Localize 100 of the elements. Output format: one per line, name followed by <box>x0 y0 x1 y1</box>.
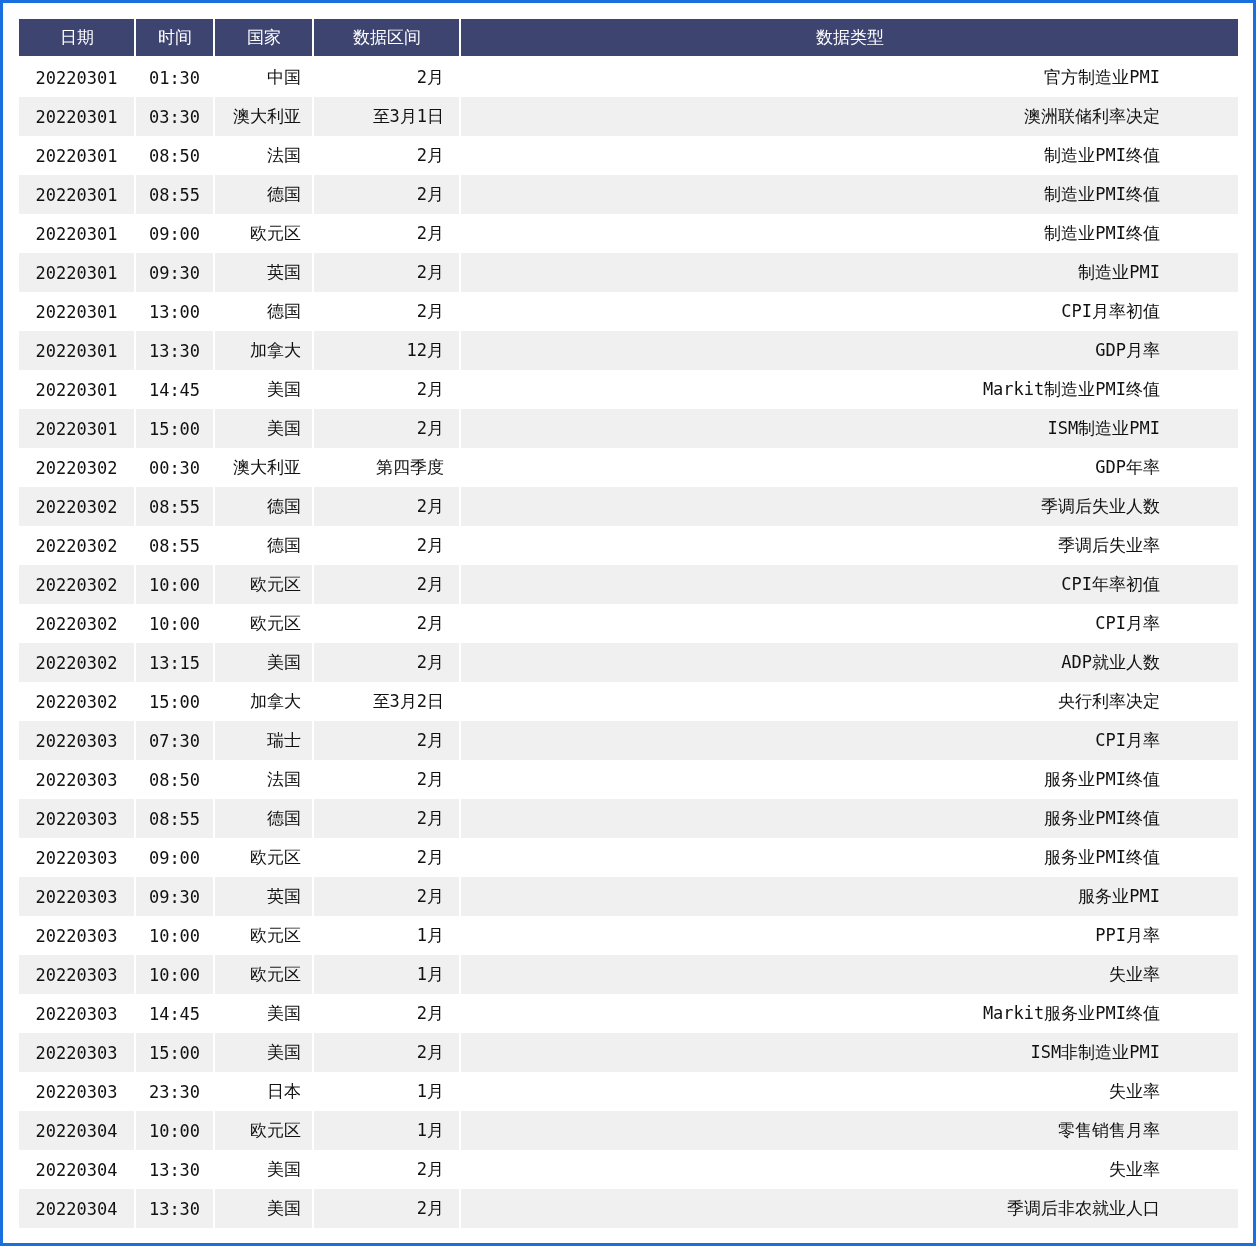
date-cell-text: 20220303 <box>34 768 119 792</box>
data-type-cell: 季调后失业人数 <box>461 487 1238 526</box>
data-type-cell: ISM非制造业PMI <box>461 1033 1238 1072</box>
date-cell: 20220303 <box>19 955 134 994</box>
data-type-cell: 零售销售月率 <box>461 1111 1238 1150</box>
date-cell-text: 20220302 <box>34 690 119 714</box>
time-cell-text: 10:00 <box>147 612 202 636</box>
period-cell: 2月 <box>314 487 459 526</box>
date-cell-text: 20220303 <box>34 924 119 948</box>
date-cell-text: 20220302 <box>34 456 119 480</box>
country-cell: 美国 <box>215 643 312 682</box>
country-cell-text: 法国 <box>266 768 302 791</box>
time-cell-text: 08:50 <box>147 144 202 168</box>
time-cell-text: 01:30 <box>147 66 202 90</box>
data-type-cell: 服务业PMI终值 <box>461 799 1238 838</box>
time-cell: 07:30 <box>136 721 213 760</box>
time-cell: 03:30 <box>136 97 213 136</box>
date-cell: 20220301 <box>19 175 134 214</box>
date-cell: 20220302 <box>19 643 134 682</box>
time-cell: 09:30 <box>136 877 213 916</box>
time-cell: 10:00 <box>136 1111 213 1150</box>
period-cell-text: 至3月2日 <box>371 690 445 713</box>
country-cell: 瑞士 <box>215 721 312 760</box>
period-cell-text: 2月 <box>415 222 445 245</box>
country-cell: 德国 <box>215 175 312 214</box>
period-cell-text: 2月 <box>415 144 445 167</box>
time-cell-text: 00:30 <box>147 456 202 480</box>
period-cell-text: 2月 <box>415 300 445 323</box>
date-cell-text: 20220301 <box>34 144 119 168</box>
date-cell: 20220303 <box>19 877 134 916</box>
date-cell: 20220303 <box>19 799 134 838</box>
country-cell-text: 欧元区 <box>249 846 302 869</box>
data-type-cell-text: 季调后失业率 <box>1057 534 1161 557</box>
time-cell-text: 09:00 <box>147 846 202 870</box>
country-cell-text: 欧元区 <box>249 222 302 245</box>
country-cell: 英国 <box>215 253 312 292</box>
data-type-cell-text: 失业率 <box>1108 1080 1161 1103</box>
time-cell-text: 13:00 <box>147 300 202 324</box>
period-cell: 2月 <box>314 1033 459 1072</box>
date-cell-text: 20220304 <box>34 1158 119 1182</box>
period-cell-text: 2月 <box>415 612 445 635</box>
time-cell: 15:00 <box>136 409 213 448</box>
period-cell: 至3月1日 <box>314 97 459 136</box>
period-cell-text: 1月 <box>415 924 445 947</box>
date-cell: 20220301 <box>19 331 134 370</box>
data-type-cell: 制造业PMI终值 <box>461 175 1238 214</box>
date-cell-text: 20220303 <box>34 1002 119 1026</box>
date-cell-text: 20220301 <box>34 300 119 324</box>
date-cell: 20220302 <box>19 565 134 604</box>
period-cell-text: 第四季度 <box>375 456 445 479</box>
country-cell: 澳大利亚 <box>215 97 312 136</box>
data-type-cell: 失业率 <box>461 955 1238 994</box>
time-cell-text: 15:00 <box>147 690 202 714</box>
country-cell-text: 澳大利亚 <box>232 456 302 479</box>
country-cell: 美国 <box>215 1189 312 1228</box>
data-type-cell-text: Markit制造业PMI终值 <box>981 378 1161 401</box>
data-type-cell: 服务业PMI <box>461 877 1238 916</box>
data-type-cell-text: 制造业PMI终值 <box>1043 144 1161 167</box>
date-cell-text: 20220301 <box>34 378 119 402</box>
data-type-cell-text: 央行利率决定 <box>1057 690 1161 713</box>
date-cell-text: 20220301 <box>34 222 119 246</box>
time-cell: 10:00 <box>136 955 213 994</box>
country-cell: 美国 <box>215 1033 312 1072</box>
country-cell-text: 欧元区 <box>249 924 302 947</box>
data-type-cell-text: 服务业PMI终值 <box>1043 846 1161 869</box>
data-type-cell: 季调后非农就业人口 <box>461 1189 1238 1228</box>
column-header: 数据区间 <box>314 19 459 56</box>
date-cell-text: 20220303 <box>34 846 119 870</box>
data-type-cell: 澳洲联储利率决定 <box>461 97 1238 136</box>
country-cell: 德国 <box>215 799 312 838</box>
country-cell-text: 中国 <box>266 66 302 89</box>
time-cell: 15:00 <box>136 1033 213 1072</box>
country-cell-text: 美国 <box>266 378 302 401</box>
period-cell: 1月 <box>314 1111 459 1150</box>
time-cell-text: 10:00 <box>147 924 202 948</box>
period-cell-text: 2月 <box>415 1002 445 1025</box>
data-type-cell-text: CPI月率 <box>1094 612 1161 635</box>
date-cell-text: 20220302 <box>34 612 119 636</box>
time-cell-text: 13:30 <box>147 1158 202 1182</box>
country-cell-text: 法国 <box>266 144 302 167</box>
country-cell: 美国 <box>215 409 312 448</box>
time-cell: 13:15 <box>136 643 213 682</box>
date-cell-text: 20220302 <box>34 534 119 558</box>
date-cell: 20220301 <box>19 253 134 292</box>
date-cell: 20220304 <box>19 1111 134 1150</box>
time-cell: 08:55 <box>136 799 213 838</box>
time-cell-text: 08:55 <box>147 534 202 558</box>
time-cell-text: 14:45 <box>147 1002 202 1026</box>
country-cell: 加拿大 <box>215 331 312 370</box>
country-cell-text: 德国 <box>266 534 302 557</box>
date-cell: 20220301 <box>19 409 134 448</box>
data-type-cell-text: 服务业PMI终值 <box>1043 768 1161 791</box>
period-cell-text: 2月 <box>415 534 445 557</box>
data-type-cell-text: 官方制造业PMI <box>1043 66 1161 89</box>
country-cell-text: 美国 <box>266 1002 302 1025</box>
data-type-cell-text: PPI月率 <box>1094 924 1161 947</box>
period-cell-text: 2月 <box>415 846 445 869</box>
data-type-cell-text: 制造业PMI终值 <box>1043 222 1161 245</box>
column-header: 国家 <box>215 19 312 56</box>
period-cell: 2月 <box>314 799 459 838</box>
